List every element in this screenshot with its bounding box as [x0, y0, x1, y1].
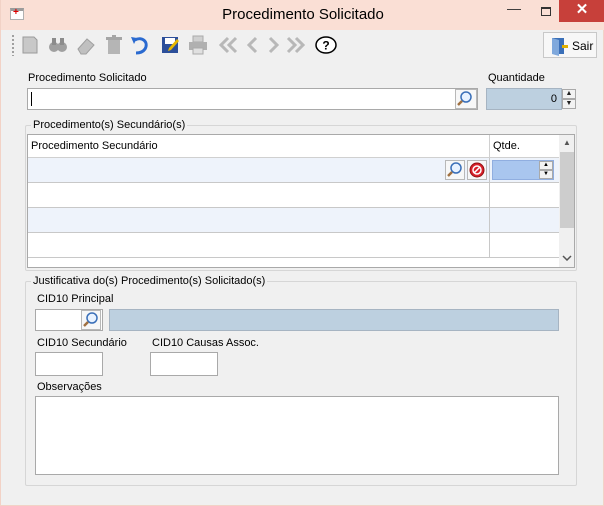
- last-record-icon[interactable]: [285, 34, 307, 56]
- cid10-secondary-label: CID10 Secundário: [37, 337, 127, 349]
- observations-label: Observações: [37, 381, 102, 393]
- next-record-icon[interactable]: [263, 34, 285, 56]
- row-qty-cell[interactable]: [489, 208, 559, 233]
- save-edit-icon[interactable]: [159, 34, 181, 56]
- exit-door-icon: [549, 36, 569, 56]
- procedure-input[interactable]: [27, 88, 478, 110]
- row-spin-up-icon[interactable]: ▲: [539, 161, 553, 170]
- justification-group-title: Justificativa do(s) Procedimento(s) Soli…: [31, 275, 268, 287]
- column-header-qty[interactable]: Qtde.: [493, 140, 520, 152]
- quantity-spin[interactable]: ▲ ▼: [562, 89, 576, 109]
- row-qty-cell[interactable]: [489, 183, 559, 208]
- grid-scrollbar[interactable]: ▲: [559, 135, 574, 267]
- table-row[interactable]: [28, 183, 559, 208]
- minimize-button[interactable]: —: [497, 0, 531, 22]
- print-icon[interactable]: [187, 34, 209, 56]
- exit-button[interactable]: Sair: [543, 32, 597, 58]
- observations-textarea[interactable]: [35, 396, 559, 475]
- column-header-procedure[interactable]: Procedimento Secundário: [31, 140, 158, 152]
- previous-record-icon[interactable]: [241, 34, 263, 56]
- quantity-value: 0: [550, 93, 557, 105]
- scroll-down-icon[interactable]: [559, 251, 574, 267]
- column-divider: [489, 135, 490, 158]
- quantity-stepper[interactable]: 0: [486, 88, 562, 110]
- exit-button-label: Sair: [572, 39, 594, 53]
- row-lookup-button[interactable]: [445, 160, 465, 180]
- maximize-icon: [541, 7, 551, 16]
- table-row[interactable]: ▲ ▼: [28, 158, 559, 183]
- cid10-principal-input[interactable]: [35, 309, 103, 331]
- magnifier-icon: [447, 162, 462, 177]
- undo-icon[interactable]: [129, 34, 151, 56]
- spin-down-icon[interactable]: ▼: [562, 99, 576, 109]
- remove-icon: [469, 162, 485, 178]
- scroll-thumb[interactable]: [560, 152, 574, 228]
- row-qty-cell: ▲ ▼: [489, 158, 559, 183]
- toolbar-grip[interactable]: [11, 34, 15, 56]
- quantity-label: Quantidade: [488, 72, 545, 84]
- grid-header: Procedimento Secundário Qtde.: [28, 135, 559, 158]
- help-icon[interactable]: ?: [315, 34, 337, 56]
- cid10-principal-description: [109, 309, 559, 331]
- title-bar: Procedimento Solicitado — ✕: [1, 0, 604, 30]
- spin-up-icon[interactable]: ▲: [562, 89, 576, 99]
- maximize-button[interactable]: [533, 0, 559, 22]
- delete-trash-icon[interactable]: [103, 34, 125, 56]
- toolbar: ? Sair: [9, 30, 599, 60]
- search-binoculars-icon[interactable]: [47, 34, 69, 56]
- procedure-lookup-button[interactable]: [455, 89, 477, 109]
- erase-icon[interactable]: [75, 34, 97, 56]
- first-record-icon[interactable]: [217, 34, 239, 56]
- magnifier-icon: [457, 91, 472, 106]
- procedure-label: Procedimento Solicitado: [28, 72, 147, 84]
- secondary-procedures-group-title: Procedimento(s) Secundário(s): [31, 119, 188, 131]
- secondary-procedures-grid: Procedimento Secundário Qtde. ▲ ▼ ▲: [27, 134, 575, 268]
- cid10-causes-input[interactable]: [150, 352, 218, 376]
- row-spin-down-icon[interactable]: ▼: [539, 170, 553, 179]
- scroll-up-icon[interactable]: ▲: [559, 135, 574, 151]
- table-row[interactable]: [28, 208, 559, 233]
- row-qty-spin[interactable]: ▲ ▼: [539, 161, 553, 179]
- cid10-secondary-input[interactable]: [35, 352, 103, 376]
- row-remove-button[interactable]: [467, 160, 487, 180]
- procedure-window: Procedimento Solicitado — ✕: [0, 0, 604, 506]
- cid10-principal-lookup-button[interactable]: [81, 310, 101, 330]
- row-qty-cell[interactable]: [489, 233, 559, 258]
- close-button[interactable]: ✕: [559, 0, 604, 22]
- cid10-principal-label: CID10 Principal: [37, 293, 114, 305]
- text-caret: [31, 92, 32, 106]
- cid10-causes-label: CID10 Causas Assoc.: [152, 337, 259, 349]
- svg-text:?: ?: [322, 39, 329, 53]
- new-record-icon[interactable]: [19, 34, 41, 56]
- magnifier-icon: [83, 312, 98, 327]
- table-row[interactable]: [28, 233, 559, 258]
